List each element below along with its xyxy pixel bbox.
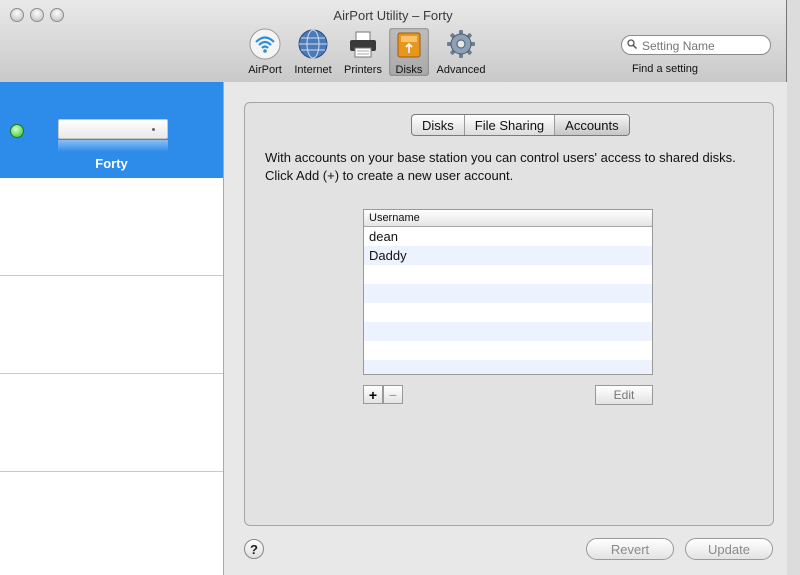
- setting-search-field[interactable]: [621, 35, 771, 55]
- revert-button[interactable]: Revert: [586, 538, 674, 560]
- accounts-panel: Disks File Sharing Accounts With account…: [244, 102, 774, 526]
- status-indicator-icon: [10, 124, 24, 138]
- toolbar-disks-button[interactable]: Disks: [389, 28, 429, 76]
- table-row-empty: [364, 322, 652, 341]
- tab-accounts[interactable]: Accounts: [555, 115, 629, 135]
- toolbar-airport-button[interactable]: AirPort: [243, 28, 287, 76]
- users-table[interactable]: Username dean Daddy: [363, 209, 653, 375]
- accounts-description: With accounts on your base station you c…: [265, 150, 736, 183]
- edit-user-button[interactable]: Edit: [595, 385, 653, 405]
- table-row-empty: [364, 360, 652, 374]
- table-row[interactable]: Daddy: [364, 246, 652, 265]
- device-sidebar: Forty: [0, 82, 224, 575]
- table-row[interactable]: dean: [364, 227, 652, 246]
- printer-icon: [347, 28, 379, 60]
- sidebar-device-forty[interactable]: Forty: [0, 82, 223, 178]
- toolbar-airport-label: AirPort: [248, 64, 282, 76]
- gear-icon: [445, 28, 477, 60]
- globe-icon: [297, 28, 329, 60]
- table-row-empty: [364, 284, 652, 303]
- window-title: AirPort Utility – Forty: [333, 8, 453, 23]
- airport-utility-window: AirPort Utility – Forty AirPort Internet…: [0, 0, 787, 575]
- base-station-reflection: [58, 140, 168, 152]
- username-column-header[interactable]: Username: [364, 210, 652, 227]
- toolbar-internet-label: Internet: [294, 64, 332, 76]
- toolbar-disks-label: Disks: [395, 64, 423, 76]
- toolbar-advanced-label: Advanced: [436, 64, 486, 76]
- add-user-button[interactable]: +: [363, 385, 383, 404]
- search-icon: [627, 39, 637, 49]
- table-row-empty: [364, 341, 652, 360]
- find-setting-label: Find a setting: [632, 63, 699, 75]
- tab-file-sharing[interactable]: File Sharing: [465, 115, 556, 135]
- background-window-edge: [787, 0, 800, 575]
- settings-content: Disks File Sharing Accounts With account…: [224, 82, 787, 575]
- wifi-icon: [249, 28, 281, 60]
- toolbar-printers-label: Printers: [344, 64, 382, 76]
- update-button[interactable]: Update: [685, 538, 773, 560]
- sidebar-empty-row: [0, 178, 223, 276]
- help-button[interactable]: ?: [244, 539, 264, 559]
- setting-search-input[interactable]: [640, 38, 768, 54]
- toolbar-internet-button[interactable]: Internet: [289, 28, 337, 76]
- device-name: Forty: [95, 156, 128, 171]
- table-row-empty: [364, 265, 652, 284]
- disk-icon: [393, 28, 425, 60]
- tab-disks[interactable]: Disks: [412, 115, 465, 135]
- disk-tabs: Disks File Sharing Accounts: [411, 114, 630, 136]
- table-row-empty: [364, 303, 652, 322]
- toolbar-printers-button[interactable]: Printers: [340, 28, 386, 76]
- toolbar-advanced-button[interactable]: Advanced: [433, 28, 489, 76]
- sidebar-empty-row: [0, 374, 223, 472]
- base-station-icon: [58, 119, 168, 139]
- remove-user-button[interactable]: −: [383, 385, 403, 404]
- title-bar: AirPort Utility – Forty AirPort Internet…: [0, 0, 786, 83]
- sidebar-empty-row: [0, 276, 223, 374]
